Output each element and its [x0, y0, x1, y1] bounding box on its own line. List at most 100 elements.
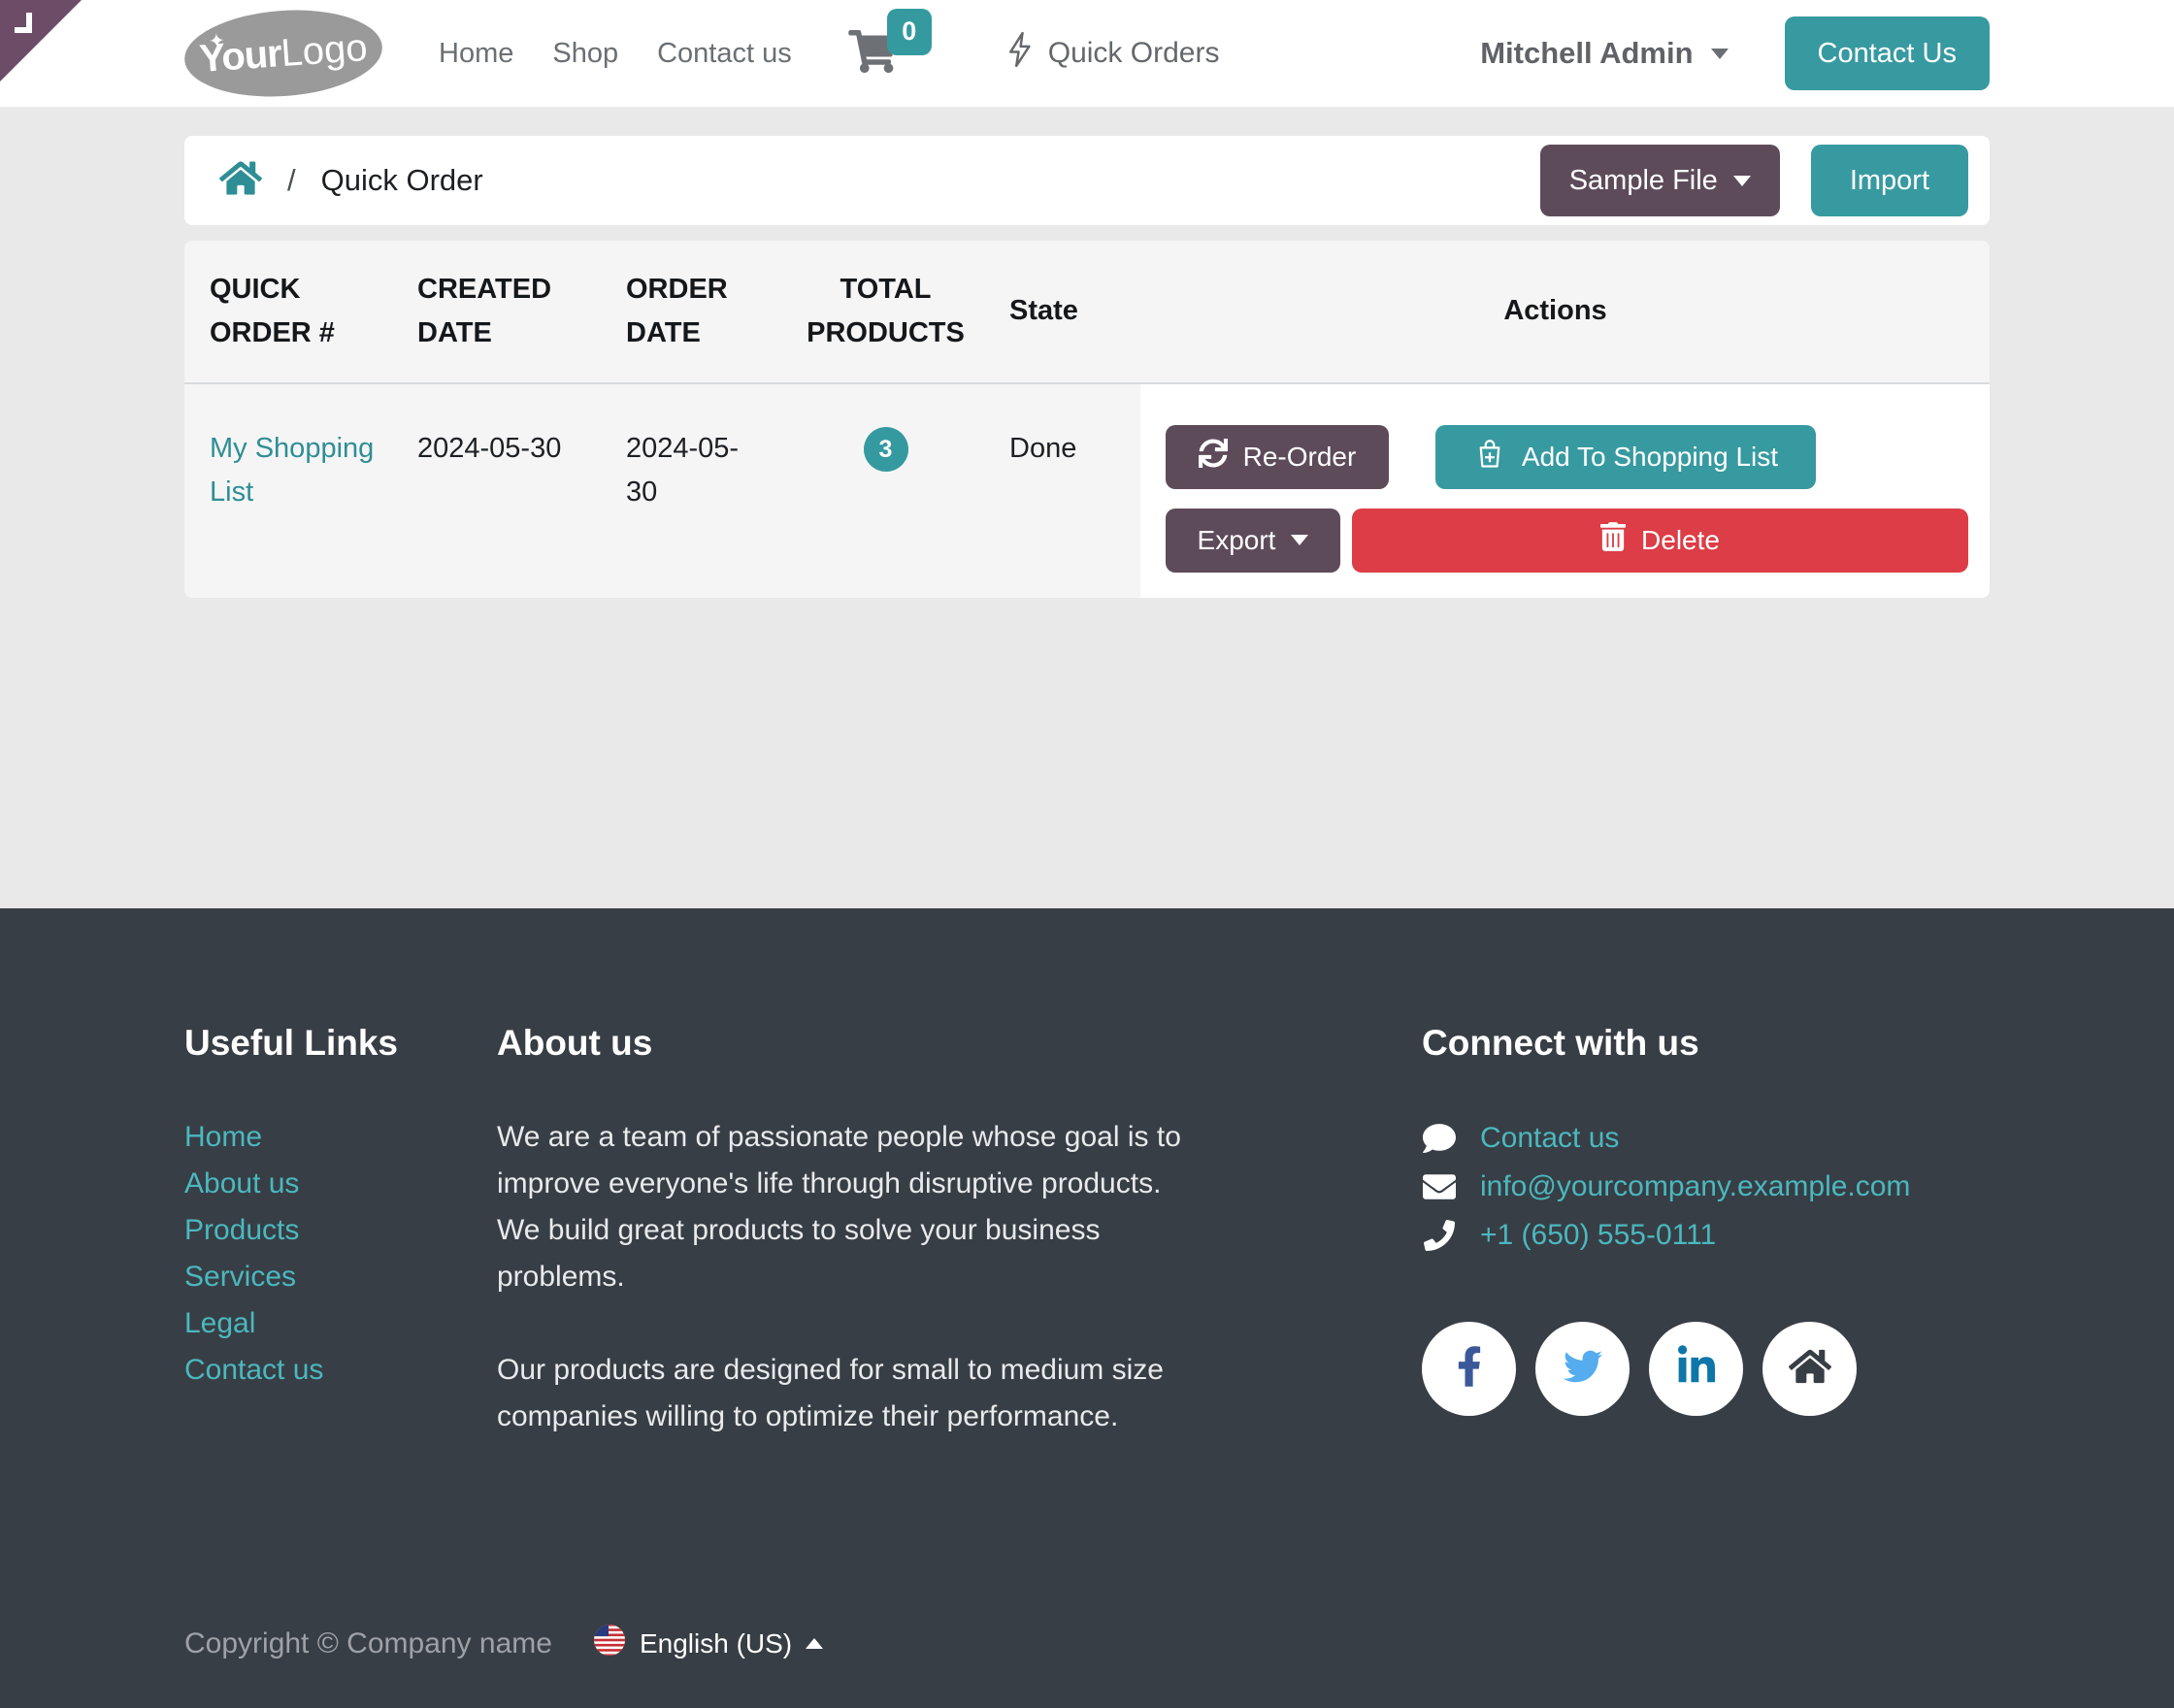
header-bar: ✦ YourLogo Home Shop Contact us 0 Quick … [0, 0, 2174, 107]
add-to-shopping-list-button[interactable]: Add To Shopping List [1435, 425, 1816, 489]
footer-contact-us-link[interactable]: Contact us [1422, 1114, 1990, 1163]
quick-orders-label: Quick Orders [1048, 37, 1220, 70]
quick-order-name-link[interactable]: My Shopping List [210, 433, 374, 508]
actions-cell: Re-Order Add To Shopping List [1140, 383, 1990, 598]
quick-orders-table: QUICK ORDER # CREATED DATE ORDER DATE TO… [184, 241, 1990, 598]
trash-icon [1600, 522, 1626, 558]
breadcrumb-separator: / [287, 163, 296, 198]
sample-file-button[interactable]: Sample File [1540, 145, 1780, 216]
actions-row-2: Export Delete [1166, 509, 1968, 573]
import-button[interactable]: Import [1811, 145, 1968, 216]
chat-bubble-icon [1422, 1122, 1457, 1155]
footer-email-label: info@yourcompany.example.com [1480, 1163, 1910, 1211]
logo-text-logo: Logo [280, 26, 369, 76]
table-header-row: QUICK ORDER # CREATED DATE ORDER DATE TO… [184, 241, 1990, 383]
home-icon [219, 159, 262, 202]
reorder-label: Re-Order [1243, 442, 1357, 473]
export-label: Export [1198, 525, 1276, 556]
user-name: Mitchell Admin [1480, 36, 1693, 71]
footer-link-products[interactable]: Products [184, 1207, 497, 1254]
us-flag-icon [593, 1624, 626, 1663]
lightning-bolt-icon [1005, 30, 1035, 77]
col-state: State [1009, 241, 1140, 383]
export-button[interactable]: Export [1166, 509, 1340, 573]
sample-file-label: Sample File [1569, 165, 1718, 197]
chevron-down-icon [1711, 49, 1729, 59]
corner-edit-icon [15, 13, 32, 33]
footer-phone-label: +1 (650) 555-0111 [1480, 1211, 1716, 1260]
footer-link-legal[interactable]: Legal [184, 1300, 497, 1347]
footer-about: About us We are a team of passionate peo… [497, 1023, 1207, 1487]
website-home-button[interactable] [1762, 1322, 1857, 1416]
nav-home[interactable]: Home [439, 38, 513, 70]
chevron-up-icon [806, 1638, 823, 1649]
footer-useful-links: Useful Links Home About us Products Serv… [184, 1023, 497, 1487]
chevron-down-icon [1291, 535, 1308, 545]
corner-ribbon-button[interactable] [0, 0, 82, 82]
contact-us-button[interactable]: Contact Us [1785, 16, 1990, 90]
delete-label: Delete [1641, 525, 1720, 556]
logo[interactable]: ✦ YourLogo [181, 4, 385, 103]
linkedin-button[interactable] [1649, 1322, 1743, 1416]
twitter-icon [1561, 1347, 1605, 1391]
about-paragraph-1: We are a team of passionate people whose… [497, 1114, 1207, 1300]
add-to-shopping-list-label: Add To Shopping List [1522, 442, 1778, 473]
footer-contact-us-label: Contact us [1480, 1114, 1619, 1163]
social-links [1422, 1322, 1990, 1416]
quick-orders-link[interactable]: Quick Orders [1005, 30, 1220, 77]
home-icon [1789, 1347, 1831, 1391]
facebook-button[interactable] [1422, 1322, 1516, 1416]
logo-spark-icon: ✦ [208, 28, 225, 53]
twitter-button[interactable] [1535, 1322, 1630, 1416]
main-nav: Home Shop Contact us [439, 38, 792, 70]
breadcrumb-actions: Sample File Import [1540, 145, 1968, 216]
linkedin-icon [1678, 1345, 1715, 1393]
actions-row-1: Re-Order Add To Shopping List [1166, 425, 1968, 489]
table-row: My Shopping List 2024-05-30 2024-05-30 3… [184, 383, 1990, 598]
nav-shop[interactable]: Shop [552, 38, 618, 70]
shopping-bag-plus-icon [1473, 437, 1506, 476]
user-menu[interactable]: Mitchell Admin [1480, 36, 1728, 71]
main-content: / Quick Order Sample File Import QUICK O… [0, 107, 2174, 908]
phone-icon [1422, 1220, 1457, 1251]
total-products-badge: 3 [864, 427, 908, 472]
col-total-products: TOTAL PRODUCTS [781, 241, 1009, 383]
footer-link-home[interactable]: Home [184, 1114, 497, 1161]
cart-button[interactable]: 0 [848, 30, 897, 78]
nav-contact-us[interactable]: Contact us [657, 38, 792, 70]
useful-links-title: Useful Links [184, 1023, 497, 1064]
facebook-icon [1457, 1345, 1482, 1393]
about-paragraph-2: Our products are designed for small to m… [497, 1347, 1207, 1440]
footer-email-link[interactable]: info@yourcompany.example.com [1422, 1163, 1990, 1211]
col-created-date: CREATED DATE [417, 241, 626, 383]
copyright-text: Copyright © Company name [184, 1627, 552, 1660]
footer-link-contact-us[interactable]: Contact us [184, 1347, 497, 1394]
footer-link-services[interactable]: Services [184, 1254, 497, 1300]
breadcrumb: / Quick Order Sample File Import [184, 136, 1990, 225]
col-order-date: ORDER DATE [626, 241, 781, 383]
footer-bottom: Copyright © Company name [184, 1624, 1990, 1708]
cart-count-badge: 0 [887, 9, 932, 55]
envelope-icon [1422, 1170, 1457, 1203]
chevron-down-icon [1733, 176, 1751, 186]
footer-columns: Useful Links Home About us Products Serv… [184, 1023, 1990, 1487]
footer-link-about-us[interactable]: About us [184, 1161, 497, 1207]
created-date-cell: 2024-05-30 [417, 383, 626, 598]
about-title: About us [497, 1023, 1207, 1064]
breadcrumb-home-link[interactable] [219, 159, 262, 202]
order-date-cell: 2024-05-30 [626, 383, 781, 598]
footer-phone-link[interactable]: +1 (650) 555-0111 [1422, 1211, 1990, 1260]
connect-title: Connect with us [1422, 1023, 1990, 1064]
language-selector[interactable]: English (US) [593, 1624, 823, 1663]
page: ✦ YourLogo Home Shop Contact us 0 Quick … [0, 0, 2174, 1708]
footer-connect: Connect with us Contact us info@yourcomp… [1422, 1023, 1990, 1487]
page-title: Quick Order [321, 163, 483, 198]
refresh-icon [1199, 439, 1228, 475]
delete-button[interactable]: Delete [1352, 509, 1968, 573]
language-label: English (US) [640, 1628, 792, 1659]
col-actions: Actions [1140, 241, 1990, 383]
state-cell: Done [1009, 383, 1140, 598]
col-quick-order: QUICK ORDER # [184, 241, 417, 383]
reorder-button[interactable]: Re-Order [1166, 425, 1389, 489]
footer: Useful Links Home About us Products Serv… [0, 908, 2174, 1708]
